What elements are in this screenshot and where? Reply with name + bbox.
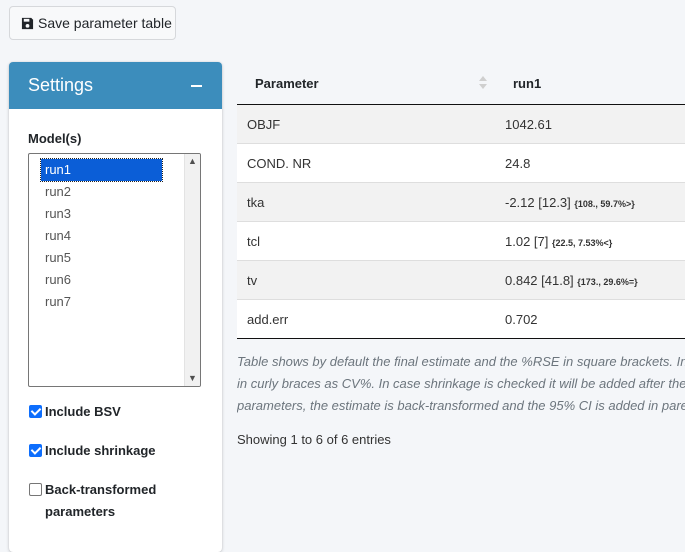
value-cell: -2.12 [12.3] {108., 59.7%>} [495,182,685,222]
value-text: 0.702 [505,311,538,327]
models-label: Model(s) [28,131,82,146]
model-option-run5[interactable]: run5 [41,247,162,269]
floppy-disk-icon [21,17,34,29]
model-option-run6[interactable]: run6 [41,269,162,291]
checkbox[interactable] [29,405,42,418]
listbox-scrollbar[interactable]: ▲ ▼ [184,154,200,386]
column-header-run1[interactable]: run1 [495,62,685,105]
table-row: add.err 0.702 [237,299,685,339]
settings-card: Settings Model(s) run1 run2 run3 run4 run5 ru… [9,62,222,552]
table-row: COND. NR 24.8 [237,143,685,183]
table-row: tv 0.842 [41.8] {173., 29.6%=} [237,260,685,300]
parameter-cell: tv [237,260,495,300]
value-text: 0.842 [41.8] [505,272,574,288]
value-text: -2.12 [12.3] [505,194,571,210]
scroll-down-icon[interactable]: ▼ [185,371,200,386]
parameter-cell: add.err [237,299,495,339]
caption-line: parameters, the estimate is back-transfo… [237,398,685,413]
parameter-cell: tcl [237,221,495,261]
value-text: 1042.61 [505,116,552,132]
settings-card-body: Model(s) run1 run2 run3 run4 run5 run6 run7 ▲ … [9,109,222,523]
value-text: 1.02 [7] [505,233,549,249]
parameter-cell: tka [237,182,495,222]
checkbox-row[interactable]: Back-transformed parameters [28,479,203,523]
ci-text: {108., 59.7%>} [574,198,635,209]
checkbox-label: Include shrinkage [45,443,156,458]
sort-icon[interactable] [479,76,487,90]
model-option-run7[interactable]: run7 [41,291,162,313]
table-caption: Table shows by default the final estimat… [237,351,685,417]
parameter-cell: OBJF [237,104,495,144]
table-row: tka -2.12 [12.3] {108., 59.7%>} [237,182,685,222]
parameter-table: Parameter run1 OBJF 1042.61 COND. NR 24.8 tk… [237,62,685,339]
table-row: tcl 1.02 [7] {22.5, 7.53%<} [237,221,685,261]
value-text: 24.8 [505,155,531,171]
settings-title: Settings [28,75,94,95]
settings-card-header: Settings [9,62,222,109]
table-info: Showing 1 to 6 of 6 entries [237,432,391,447]
checkbox[interactable] [29,444,42,457]
models-listbox[interactable]: run1 run2 run3 run4 run5 run6 run7 ▲ ▼ [28,153,201,387]
models-list: run1 run2 run3 run4 run5 run6 run7 [29,154,200,313]
model-option-run2[interactable]: run2 [41,181,162,203]
caption-line: in curly braces as CV%. In case shrinkag… [237,376,685,391]
value-cell: 0.842 [41.8] {173., 29.6%=} [495,260,685,300]
model-option-run1[interactable]: run1 [40,158,163,182]
caption-line: Table shows by default the final estimat… [237,354,685,369]
minus-icon [190,84,202,87]
parameter-cell: COND. NR [237,143,495,183]
scroll-up-icon[interactable]: ▲ [185,154,200,169]
options-checkboxes: Include BSV Include shrinkage Back-transfo… [28,401,203,523]
table-row: OBJF 1042.61 [237,104,685,144]
checkbox-row[interactable]: Include BSV [28,401,203,423]
collapse-button[interactable] [189,84,203,87]
checkbox-label: Back-transformed parameters [45,482,157,519]
save-button-label: Save parameter table [38,15,172,31]
save-parameter-table-button[interactable]: Save parameter table [9,6,176,40]
column-header-parameter-label: Parameter [255,75,319,91]
checkbox[interactable] [29,483,42,496]
value-cell: 1042.61 [495,104,685,144]
value-cell: 24.8 [495,143,685,183]
ci-text: {173., 29.6%=} [577,276,638,287]
checkbox-label: Include BSV [45,404,121,419]
column-header-run1-label: run1 [513,75,542,91]
value-cell: 0.702 [495,299,685,339]
checkbox-row[interactable]: Include shrinkage [28,440,203,462]
column-header-parameter[interactable]: Parameter [237,62,495,105]
model-option-run3[interactable]: run3 [41,203,162,225]
model-option-run4[interactable]: run4 [41,225,162,247]
ci-text: {22.5, 7.53%<} [552,237,613,248]
parameter-table-panel: Parameter run1 OBJF 1042.61 COND. NR 24.8 tk… [237,62,685,447]
value-cell: 1.02 [7] {22.5, 7.53%<} [495,221,685,261]
